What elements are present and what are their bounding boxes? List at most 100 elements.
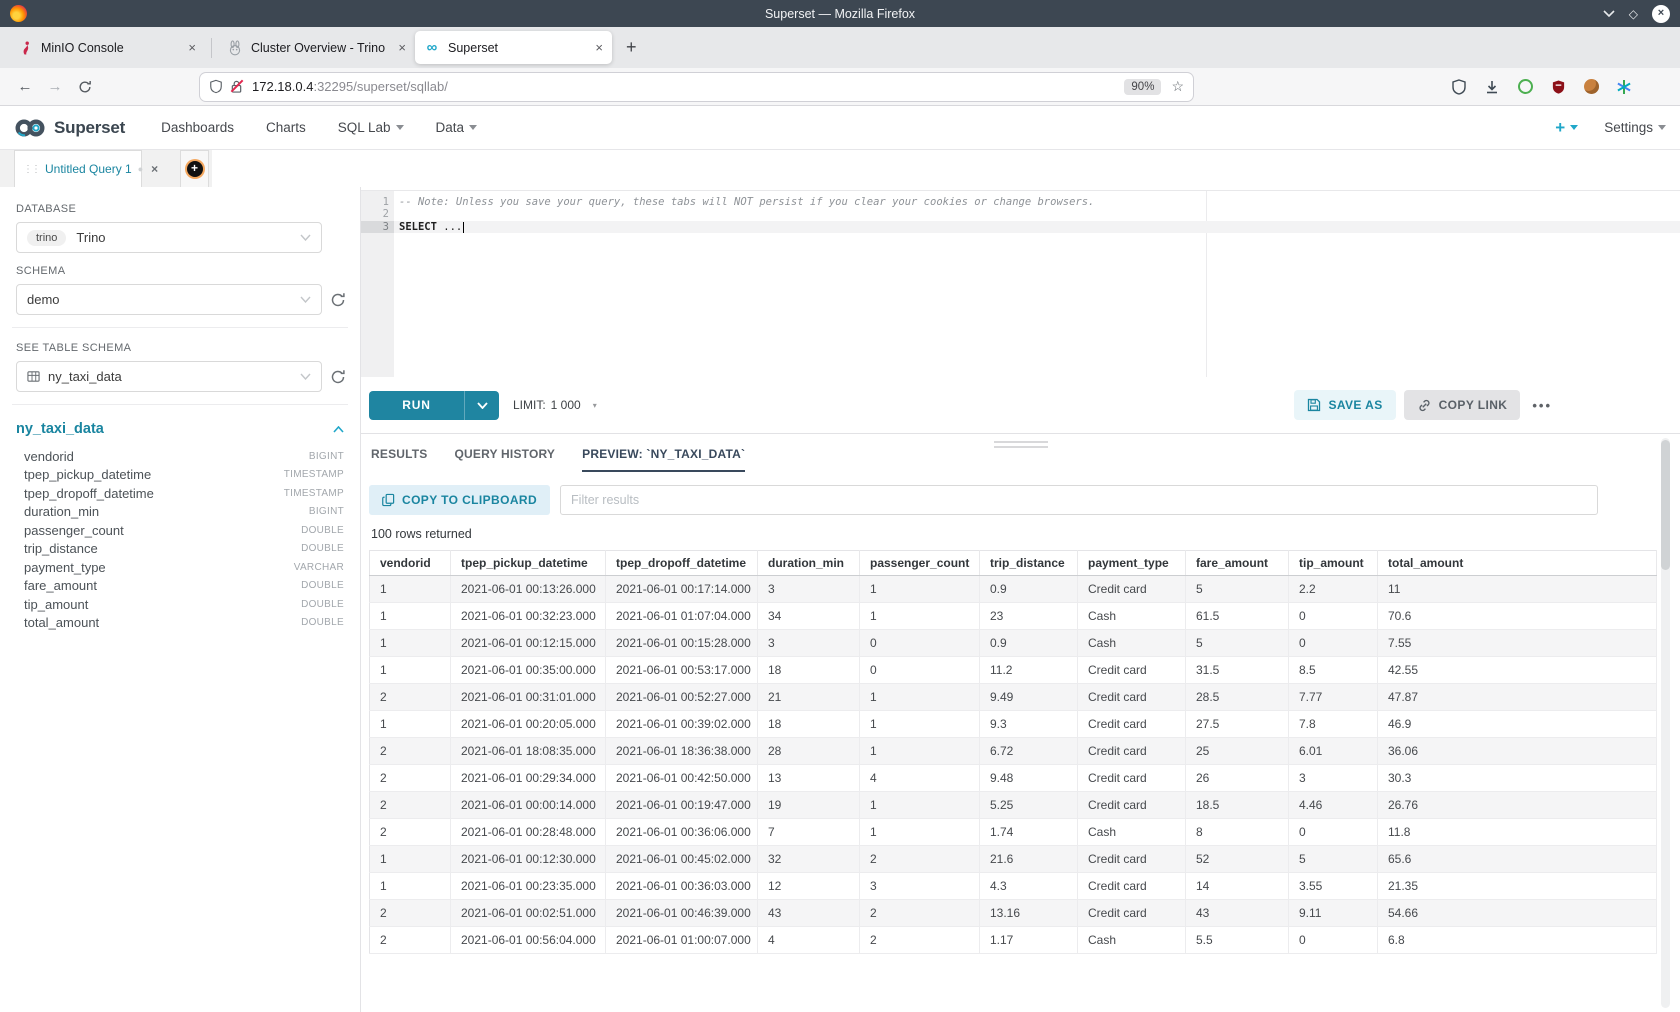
table-row[interactable]: 12021-06-01 00:13:26.0002021-06-01 00:17…: [370, 576, 1657, 603]
tab-separator: [211, 38, 212, 58]
table-cell: 0: [1289, 927, 1378, 954]
table-cell: 36.06: [1378, 738, 1657, 765]
cookie-icon[interactable]: [1582, 78, 1600, 96]
table-cell: 2021-06-01 18:08:35.000: [451, 738, 606, 765]
reload-icon[interactable]: [70, 73, 100, 101]
limit-dropdown[interactable]: LIMIT: 1 000 ▾: [513, 398, 597, 412]
table-row[interactable]: 12021-06-01 00:35:00.0002021-06-01 00:53…: [370, 657, 1657, 684]
grid-header-tpep_pickup_datetime[interactable]: tpep_pickup_datetime: [451, 551, 606, 576]
browser-tab-title: Cluster Overview - Trino: [251, 41, 385, 55]
table-row[interactable]: 12021-06-01 00:23:35.0002021-06-01 00:36…: [370, 873, 1657, 900]
copy-icon: [382, 493, 395, 507]
grid-header-fare_amount[interactable]: fare_amount: [1186, 551, 1289, 576]
schema-select[interactable]: demo: [16, 284, 322, 315]
nav-item-charts[interactable]: Charts: [266, 120, 306, 135]
sql-editor[interactable]: 1-- Note: Unless you save your query, th…: [361, 190, 1680, 377]
superset-logo-icon[interactable]: [14, 116, 46, 140]
filter-results-input[interactable]: [560, 485, 1598, 515]
grid-header-tip_amount[interactable]: tip_amount: [1289, 551, 1378, 576]
grid-header-passenger_count[interactable]: passenger_count: [860, 551, 980, 576]
grid-header-payment_type[interactable]: payment_type: [1078, 551, 1186, 576]
table-row[interactable]: 12021-06-01 00:20:05.0002021-06-01 00:39…: [370, 711, 1657, 738]
run-button[interactable]: RUN: [369, 391, 499, 420]
grid-header-vendorid[interactable]: vendorid: [370, 551, 451, 576]
ublock-shield-icon[interactable]: [1549, 78, 1567, 96]
zoom-level-badge[interactable]: 90%: [1124, 79, 1161, 95]
brand-title[interactable]: Superset: [54, 118, 125, 138]
table-select[interactable]: ny_taxi_data: [16, 361, 322, 392]
table-cell: 9.3: [980, 711, 1078, 738]
bookmark-star-icon[interactable]: ☆: [1171, 78, 1184, 95]
results-tab-1[interactable]: RESULTS: [371, 447, 428, 472]
forward-icon[interactable]: →: [40, 73, 70, 101]
table-row[interactable]: 22021-06-01 00:56:04.0002021-06-01 01:00…: [370, 927, 1657, 954]
grid-header-duration_min[interactable]: duration_min: [758, 551, 860, 576]
tab-close-icon[interactable]: ×: [392, 40, 406, 55]
browser-tab-2[interactable]: Cluster Overview - Trino ×: [218, 31, 415, 64]
window-maximize-icon[interactable]: ◇: [1629, 7, 1638, 21]
table-row[interactable]: 22021-06-01 00:02:51.0002021-06-01 00:46…: [370, 900, 1657, 927]
table-cell: 2021-06-01 00:39:02.000: [606, 711, 758, 738]
editor-toolbar: RUN LIMIT: 1 000 ▾ SAVE AS COPY LINK: [361, 377, 1680, 434]
window-titlebar: Superset — Mozilla Firefox ◇ ×: [0, 0, 1680, 27]
table-cell: 11.8: [1378, 819, 1657, 846]
line-number: 2: [361, 208, 394, 220]
copy-to-clipboard-button[interactable]: COPY TO CLIPBOARD: [369, 485, 550, 515]
collapse-chevron-up-icon[interactable]: [333, 426, 344, 433]
table-cell: 1: [860, 576, 980, 603]
table-row[interactable]: 22021-06-01 00:31:01.0002021-06-01 00:52…: [370, 684, 1657, 711]
browser-tab-3[interactable]: ∞Superset×: [415, 31, 612, 64]
url-bar[interactable]: 172.18.0.4:32295/superset/sqllab/ 90% ☆: [200, 73, 1193, 101]
nav-item-sql-lab[interactable]: SQL Lab: [338, 120, 404, 135]
save-as-button[interactable]: SAVE AS: [1294, 390, 1395, 420]
window-close-icon[interactable]: ×: [1652, 5, 1670, 23]
results-tab-3[interactable]: PREVIEW: `NY_TAXI_DATA`: [582, 447, 745, 472]
grid-header-tpep_dropoff_datetime[interactable]: tpep_dropoff_datetime: [606, 551, 758, 576]
refresh-table-icon[interactable]: [330, 369, 346, 385]
refresh-schema-icon[interactable]: [330, 292, 346, 308]
menu-hamburger-icon[interactable]: [1648, 78, 1664, 96]
download-icon[interactable]: [1483, 78, 1501, 96]
grid-header-trip_distance[interactable]: trip_distance: [980, 551, 1078, 576]
table-name-heading[interactable]: ny_taxi_data: [16, 421, 104, 437]
table-row[interactable]: 12021-06-01 00:12:30.0002021-06-01 00:45…: [370, 846, 1657, 873]
pane-drag-handle-icon[interactable]: [994, 441, 1048, 451]
table-row[interactable]: 12021-06-01 00:32:23.0002021-06-01 01:07…: [370, 603, 1657, 630]
table-cell: 3: [758, 576, 860, 603]
table-row[interactable]: 22021-06-01 00:00:14.0002021-06-01 00:19…: [370, 792, 1657, 819]
table-row[interactable]: 12021-06-01 00:12:15.0002021-06-01 00:15…: [370, 630, 1657, 657]
colorful-asterisk-icon[interactable]: [1615, 78, 1633, 96]
add-new-button[interactable]: +: [1555, 118, 1578, 138]
database-label: DATABASE: [16, 203, 344, 215]
extension-green-icon[interactable]: [1516, 78, 1534, 96]
query-tab-close-icon[interactable]: ×: [151, 162, 158, 176]
window-minimize-icon[interactable]: [1603, 10, 1615, 17]
add-query-tab-button[interactable]: +: [180, 150, 209, 187]
tab-close-icon[interactable]: ×: [589, 40, 603, 55]
table-cell: Credit card: [1078, 792, 1186, 819]
tracking-shield-icon[interactable]: [209, 79, 223, 94]
results-tab-2[interactable]: QUERY HISTORY: [455, 447, 556, 472]
query-tab-untitled-1[interactable]: ⋮⋮ Untitled Query 1 ● ×: [14, 150, 142, 187]
results-scrollbar[interactable]: [1661, 438, 1670, 1008]
shield-check-icon[interactable]: [1450, 78, 1468, 96]
new-tab-button[interactable]: +: [626, 37, 637, 58]
table-cell: 2021-06-01 00:52:27.000: [606, 684, 758, 711]
grid-header-total_amount[interactable]: total_amount: [1378, 551, 1657, 576]
table-row[interactable]: 22021-06-01 18:08:35.0002021-06-01 18:36…: [370, 738, 1657, 765]
table-cell: 2021-06-01 00:02:51.000: [451, 900, 606, 927]
table-row[interactable]: 22021-06-01 00:28:48.0002021-06-01 00:36…: [370, 819, 1657, 846]
database-select[interactable]: trino Trino: [16, 222, 322, 253]
browser-tab-1[interactable]: MinIO Console×: [8, 31, 205, 64]
tab-close-icon[interactable]: ×: [182, 40, 196, 55]
run-options-caret-icon[interactable]: [464, 391, 499, 420]
settings-menu[interactable]: Settings: [1604, 120, 1666, 135]
copy-link-button[interactable]: COPY LINK: [1404, 390, 1521, 420]
table-row[interactable]: 22021-06-01 00:29:34.0002021-06-01 00:42…: [370, 765, 1657, 792]
nav-item-data[interactable]: Data: [436, 120, 478, 135]
more-actions-icon[interactable]: •••: [1532, 398, 1552, 413]
back-icon[interactable]: ←: [10, 73, 40, 101]
drag-handle-icon[interactable]: ⋮⋮: [23, 164, 39, 175]
insecure-lock-icon[interactable]: [230, 79, 243, 94]
nav-item-dashboards[interactable]: Dashboards: [161, 120, 234, 135]
